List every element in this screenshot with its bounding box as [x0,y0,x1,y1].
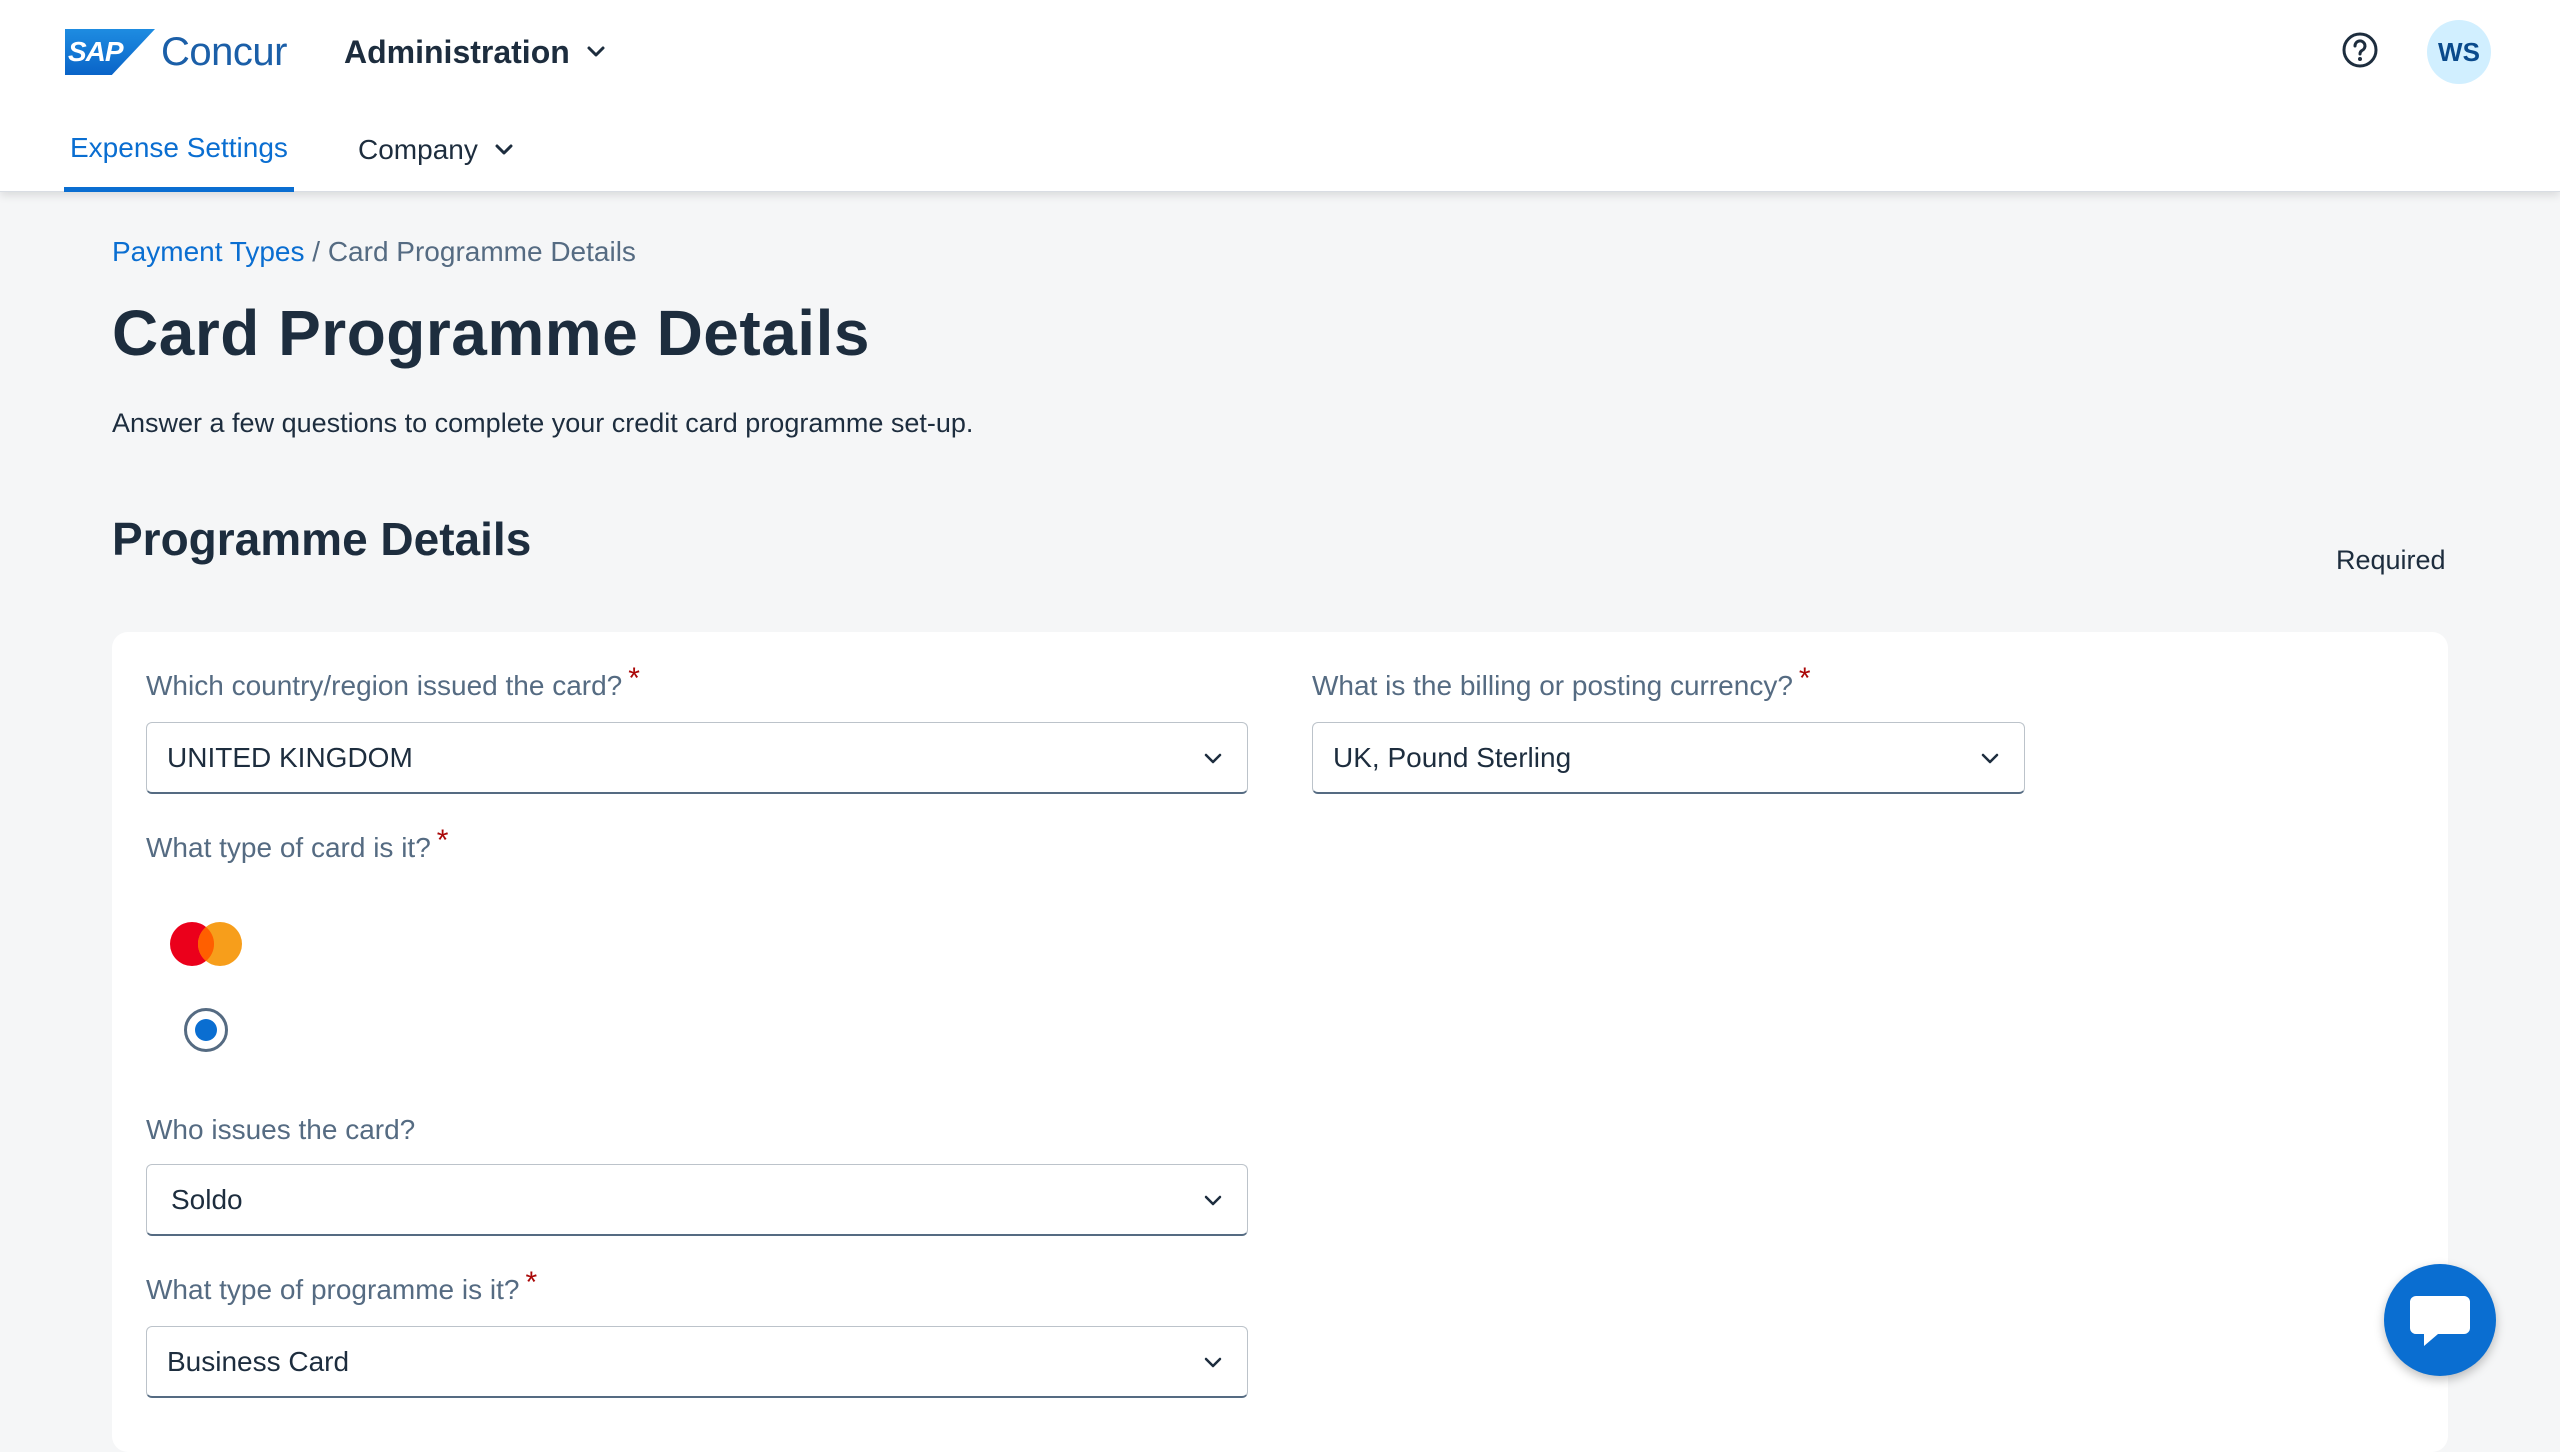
tab-company[interactable]: Company [358,132,514,168]
card-type-label-text: What type of card is it? [146,832,431,863]
country-label-text: Which country/region issued the card? [146,670,623,701]
concur-wordmark: Concur [161,29,287,74]
required-asterisk: * [436,824,449,857]
card-type-label: What type of card is it? * [146,824,448,866]
tab-expense-settings-label: Expense Settings [70,132,288,163]
administration-menu-label: Administration [344,33,570,70]
mastercard-icon[interactable] [168,920,244,968]
administration-menu[interactable]: Administration [344,28,606,76]
sap-logo-mark: SAP [65,29,155,75]
currency-select-value: UK, Pound Sterling [1333,741,1572,773]
chevron-down-icon [495,144,513,155]
chevron-down-icon [1204,1357,1222,1368]
required-note: Required [2336,545,2446,575]
chevron-down-icon [1204,1195,1222,1206]
required-asterisk: * [525,1266,538,1299]
currency-select[interactable]: UK, Pound Sterling [1312,722,2025,794]
chevron-down-icon [1981,753,1999,764]
section-title: Programme Details [112,513,532,565]
currency-label: What is the billing or posting currency?… [1312,662,1811,704]
chat-bubble-icon [2410,1296,2470,1346]
sap-concur-logo[interactable]: SAP Concur [65,28,287,76]
top-header: SAP Concur Administration WS Expense Set… [0,0,2560,192]
issuer-select[interactable]: Soldo [146,1164,1248,1236]
breadcrumb-separator: / [304,236,328,267]
required-asterisk: * [628,662,640,695]
breadcrumb-current: Card Programme Details [327,236,636,267]
programme-type-label: What type of programme is it? * [146,1266,537,1308]
issuer-label-text: Who issues the card? [146,1114,416,1145]
programme-type-select-value: Business Card [167,1345,350,1377]
country-label: Which country/region issued the card? * [146,662,640,704]
breadcrumb-link-payment-types[interactable]: Payment Types [112,236,304,267]
mastercard-radio[interactable] [184,1008,228,1052]
country-select-value: UNITED KINGDOM [167,741,413,773]
programme-type-label-text: What type of programme is it? [146,1274,520,1305]
radio-selected-dot [195,1019,217,1041]
help-icon[interactable] [2340,30,2380,70]
chat-button[interactable] [2384,1264,2496,1376]
tab-expense-settings[interactable]: Expense Settings [64,120,294,192]
page-title: Card Programme Details [112,297,870,369]
tab-company-label: Company [358,134,478,165]
page-intro: Answer a few questions to complete your … [112,408,974,438]
chevron-down-icon [1204,753,1222,764]
chevron-down-icon [587,46,605,57]
breadcrumb: Payment Types / Card Programme Details [112,236,636,268]
required-asterisk: * [1798,662,1811,695]
issuer-label: Who issues the card? [146,1114,415,1146]
country-select[interactable]: UNITED KINGDOM [146,722,1248,794]
user-avatar[interactable]: WS [2427,20,2491,84]
currency-label-text: What is the billing or posting currency? [1312,670,1793,701]
programme-type-select[interactable]: Business Card [146,1326,1248,1398]
issuer-select-value: Soldo [171,1183,243,1215]
